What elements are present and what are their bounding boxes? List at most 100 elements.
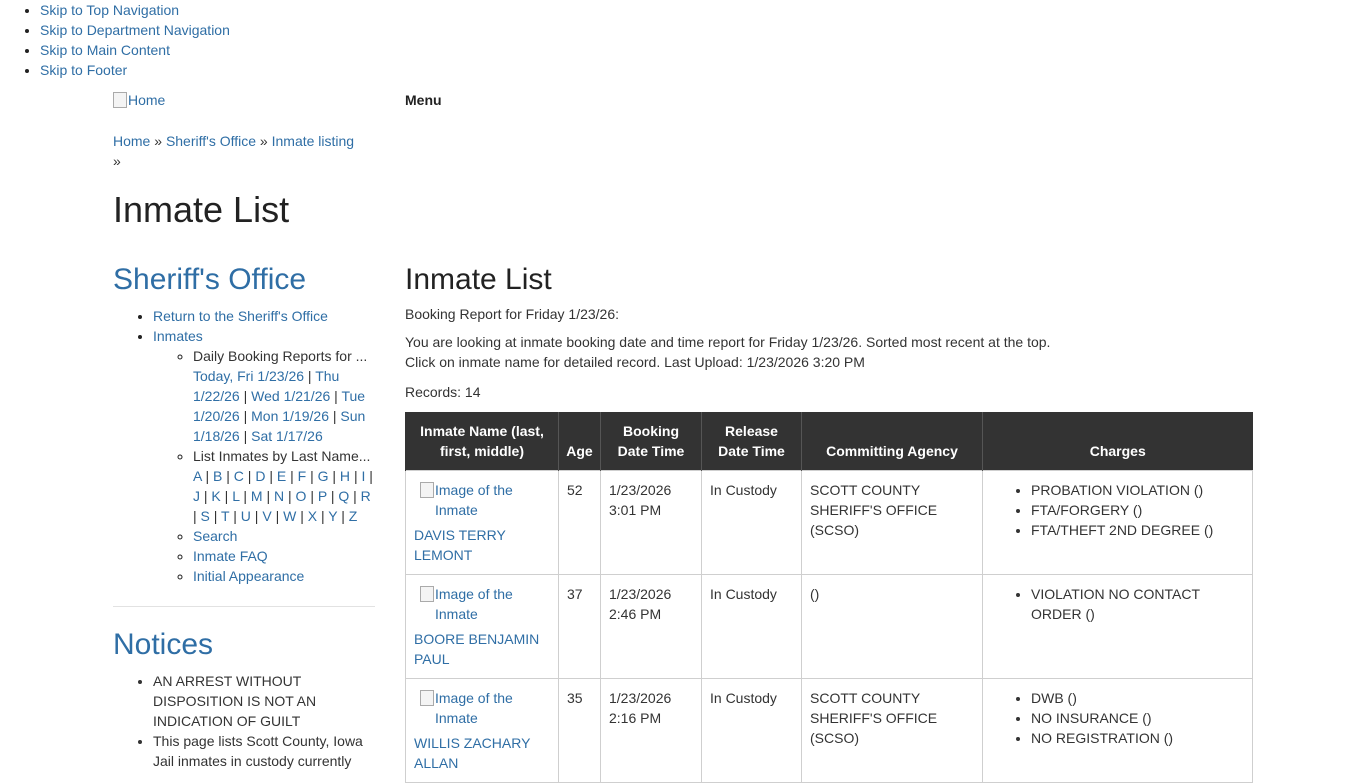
letter-link-i[interactable]: I: [361, 468, 365, 484]
inmate-name-cell: Image of the Inmate BOORE BENJAMIN PAUL: [405, 574, 559, 679]
header-charges[interactable]: Charges: [982, 412, 1253, 471]
letter-link-s[interactable]: S: [201, 508, 210, 524]
letter-link-y[interactable]: Y: [328, 508, 337, 524]
separator: |: [275, 508, 280, 524]
skip-to-dept-nav-link[interactable]: Skip to Department Navigation: [40, 22, 230, 38]
breadcrumb-sheriffs-office[interactable]: Sheriff's Office: [166, 133, 256, 149]
letter-link-k[interactable]: K: [211, 488, 220, 504]
table-row: Image of the Inmate DAVIS TERRY LEMONT 5…: [405, 470, 1253, 575]
table-header-row: Inmate Name (last, first, middle) Age Bo…: [405, 412, 1253, 471]
letter-link-e[interactable]: E: [277, 468, 286, 484]
inmate-image[interactable]: Image of the Inmate: [414, 584, 550, 624]
skip-link-item: Skip to Main Content: [40, 40, 230, 60]
inmate-faq-link[interactable]: Inmate FAQ: [193, 548, 268, 564]
intro-line-1: You are looking at inmate booking date a…: [405, 334, 1051, 350]
separator: |: [290, 468, 294, 484]
letter-link-c[interactable]: C: [234, 468, 244, 484]
letter-link-p[interactable]: P: [318, 488, 327, 504]
header-age[interactable]: Age: [558, 412, 601, 471]
separator: |: [310, 488, 314, 504]
letter-link-r[interactable]: R: [361, 488, 371, 504]
letter-link-h[interactable]: H: [340, 468, 350, 484]
letter-link-n[interactable]: N: [274, 488, 284, 504]
header-booking-date-time[interactable]: Booking Date Time: [600, 412, 702, 471]
skip-link-item: Skip to Department Navigation: [40, 20, 230, 40]
letter-link-j[interactable]: J: [193, 488, 200, 504]
separator: |: [353, 468, 358, 484]
sidebar-title-link[interactable]: Sheriff's Office: [113, 263, 306, 296]
letter-link-o[interactable]: O: [296, 488, 307, 504]
sidebar-item: Return to the Sheriff's Office: [153, 306, 375, 326]
release-cell: In Custody: [701, 574, 802, 679]
letter-link-l[interactable]: L: [232, 488, 239, 504]
booking-cell: 1/23/2026 2:46 PM: [600, 574, 702, 679]
separator: |: [233, 508, 237, 524]
letter-link-q[interactable]: Q: [338, 488, 349, 504]
sidebar-divider: [113, 606, 375, 607]
broken-image-icon: [420, 690, 434, 706]
letter-link-x[interactable]: X: [308, 508, 317, 524]
age-cell: 52: [558, 470, 601, 575]
skip-to-main-content-link[interactable]: Skip to Main Content: [40, 42, 170, 58]
separator: |: [243, 408, 248, 424]
inmate-image-alt: Image of the Inmate: [435, 690, 513, 726]
sidebar-item: Search: [193, 526, 375, 546]
inmate-name-link[interactable]: BOORE BENJAMIN PAUL: [414, 629, 550, 669]
daily-report-link[interactable]: Today, Fri 1/23/26: [193, 368, 304, 384]
separator: |: [243, 488, 247, 504]
letter-link-m[interactable]: M: [251, 488, 263, 504]
separator: |: [243, 388, 248, 404]
separator: |: [254, 508, 259, 524]
daily-reports-label: Daily Booking Reports for ...: [193, 348, 368, 364]
inmate-name-link[interactable]: WILLIS ZACHARY ALLAN: [414, 733, 550, 773]
main-title: Inmate List: [405, 263, 552, 296]
header-committing-agency[interactable]: Committing Agency: [801, 412, 983, 471]
skip-link-item: Skip to Footer: [40, 60, 230, 80]
inmate-image[interactable]: Image of the Inmate: [414, 688, 550, 728]
letter-link-v[interactable]: V: [262, 508, 271, 524]
daily-report-link[interactable]: Mon 1/19/26: [251, 408, 329, 424]
charge-item: PROBATION VIOLATION (): [1031, 480, 1244, 500]
daily-report-link[interactable]: Wed 1/21/26: [251, 388, 330, 404]
letter-link-b[interactable]: B: [213, 468, 222, 484]
charges-list: DWB () NO INSURANCE () NO REGISTRATION (…: [991, 688, 1244, 748]
inmates-link[interactable]: Inmates: [153, 328, 203, 344]
letter-link-u[interactable]: U: [241, 508, 251, 524]
initial-appearance-link[interactable]: Initial Appearance: [193, 568, 304, 584]
breadcrumb-inmate-listing[interactable]: Inmate listing: [272, 133, 354, 149]
charges-list: PROBATION VIOLATION () FTA/FORGERY () FT…: [991, 480, 1244, 540]
header-inmate-name[interactable]: Inmate Name (last, first, middle): [405, 412, 559, 471]
separator: |: [213, 508, 218, 524]
letter-link-z[interactable]: Z: [349, 508, 358, 524]
charge-item: DWB (): [1031, 688, 1244, 708]
broken-image-icon: [420, 482, 434, 498]
separator: |: [205, 468, 210, 484]
separator: |: [332, 408, 337, 424]
agency-cell: SCOTT COUNTY SHERIFF'S OFFICE (SCSO): [801, 470, 983, 575]
header-release-date-time[interactable]: Release Date Time: [701, 412, 802, 471]
search-link[interactable]: Search: [193, 528, 237, 544]
separator: |: [353, 488, 357, 504]
charges-list: VIOLATION NO CONTACT ORDER (): [991, 584, 1244, 624]
separator: |: [307, 368, 312, 384]
inmate-name-link[interactable]: DAVIS TERRY LEMONT: [414, 525, 550, 565]
table-row: Image of the Inmate WILLIS ZACHARY ALLAN…: [405, 678, 1253, 783]
charge-item: FTA/THEFT 2ND DEGREE (): [1031, 520, 1244, 540]
letter-link-f[interactable]: F: [298, 468, 307, 484]
skip-to-footer-link[interactable]: Skip to Footer: [40, 62, 127, 78]
separator: |: [269, 468, 273, 484]
inmate-image[interactable]: Image of the Inmate: [414, 480, 550, 520]
breadcrumb-home[interactable]: Home: [113, 133, 150, 149]
letter-link-w[interactable]: W: [283, 508, 296, 524]
letter-link-d[interactable]: D: [255, 468, 265, 484]
skip-to-top-nav-link[interactable]: Skip to Top Navigation: [40, 2, 179, 18]
return-to-sheriffs-office-link[interactable]: Return to the Sheriff's Office: [153, 308, 328, 324]
letter-link-a[interactable]: A: [193, 468, 202, 484]
letter-link-t[interactable]: T: [221, 508, 229, 524]
home-logo-link[interactable]: Home: [113, 92, 165, 108]
booking-cell: 1/23/2026 3:01 PM: [600, 470, 702, 575]
daily-report-link[interactable]: Sat 1/17/26: [251, 428, 323, 444]
menu-button[interactable]: Menu: [405, 92, 442, 108]
notices-list: AN ARREST WITHOUT DISPOSITION IS NOT AN …: [113, 671, 375, 771]
letter-link-g[interactable]: G: [318, 468, 329, 484]
